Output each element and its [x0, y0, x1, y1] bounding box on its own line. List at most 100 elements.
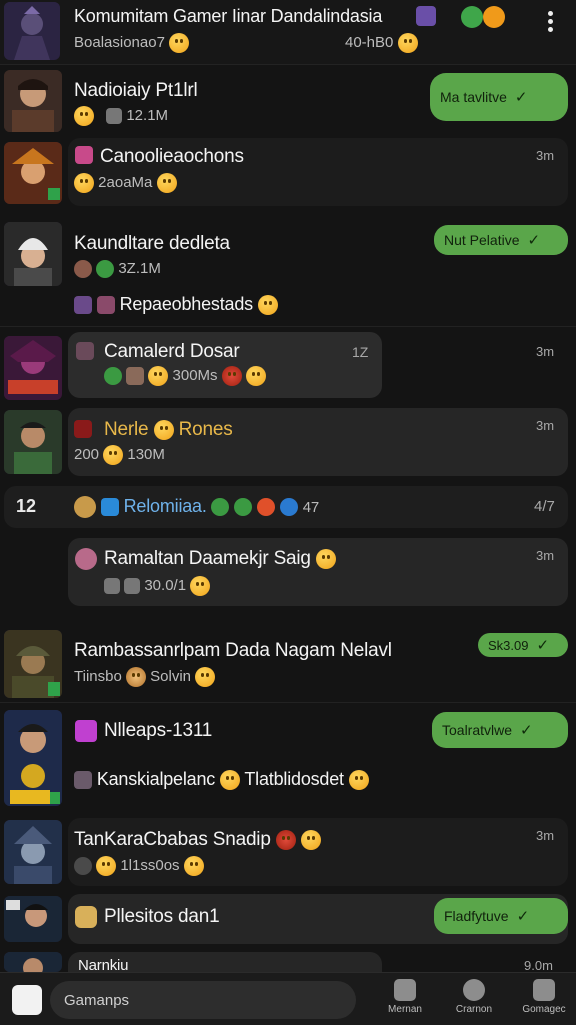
chat-title: Rambassanrlpam Dada Nagam Nelavl — [74, 640, 392, 661]
emoji-icon — [169, 33, 190, 53]
emoji-icon — [300, 829, 321, 850]
emoji-icon — [219, 770, 240, 791]
status-pill[interactable]: Ma tavlitve ✓ — [430, 73, 568, 121]
emoji-icon — [348, 770, 369, 791]
emoji-icon — [74, 173, 94, 193]
header-count: 40-hB0 — [345, 33, 418, 53]
pill-label: Sk3.09 — [488, 637, 529, 653]
game-icon — [74, 296, 92, 315]
chat-title: Nerle Rones — [74, 419, 233, 441]
chat-title: Canoolieaochons — [100, 146, 244, 167]
avatar-mini-icon — [74, 260, 92, 279]
check-icon: ✓ — [536, 637, 550, 654]
chat-avatar[interactable] — [4, 952, 62, 972]
chat-avatar[interactable] — [4, 410, 62, 474]
controller-icon — [96, 260, 115, 279]
chat-avatar[interactable] — [4, 222, 62, 286]
status-pill[interactable]: Nut Pelative ✓ — [434, 225, 568, 255]
controller-icon — [211, 498, 230, 517]
nav-games[interactable]: Gomagec — [514, 979, 574, 1015]
check-icon: ✓ — [516, 908, 530, 925]
emoji-icon — [315, 548, 336, 569]
emoji-icon — [190, 576, 211, 596]
check-icon: ✓ — [514, 89, 528, 106]
chat-time: 3m — [536, 148, 555, 163]
app-icon — [100, 498, 119, 517]
search-input[interactable]: Gamanps — [50, 981, 356, 1019]
nav-label: Mernan — [388, 1004, 422, 1015]
orange-status-icon[interactable] — [483, 6, 505, 28]
game-icon — [96, 296, 115, 315]
check-icon: ✓ — [520, 722, 533, 739]
divider — [0, 326, 576, 327]
pill-label: Ma tavlitve — [440, 89, 507, 105]
controller-icon — [234, 498, 253, 517]
emoji-icon — [245, 366, 266, 386]
chat-avatar[interactable] — [4, 820, 62, 884]
status-pill[interactable]: Fladfytuve ✓ — [434, 898, 568, 934]
nav-members[interactable]: Mernan — [375, 979, 435, 1015]
emoji-icon — [221, 366, 242, 386]
chat-avatar[interactable] — [4, 896, 62, 942]
unread-count: 12 — [16, 496, 37, 516]
people-icon — [124, 578, 141, 594]
nav-label: Gomagec — [522, 1004, 566, 1015]
chat-count: 4/7 — [534, 498, 555, 515]
emoji-icon — [125, 667, 146, 687]
chat-subtitle: Tiinsbo Solvin — [74, 667, 216, 687]
divider — [0, 702, 576, 703]
emoji-icon — [153, 419, 174, 440]
status-pill[interactable]: Sk3.09 ✓ — [478, 633, 568, 657]
pill-label: Nut Pelative — [444, 232, 520, 248]
chat-title: Pllesitos dan1 — [104, 906, 220, 927]
avatar-mini-icon — [76, 342, 94, 360]
chat-time: 3m — [536, 344, 555, 359]
chat-subtitle: 200 130M — [74, 445, 165, 465]
emoji-icon — [96, 856, 117, 876]
chat-avatar[interactable] — [4, 710, 62, 806]
group-avatar[interactable] — [4, 2, 60, 60]
nav-calls[interactable]: Crarnon — [444, 979, 504, 1015]
emoji-icon — [156, 173, 177, 193]
emoji-icon — [74, 106, 94, 126]
chat-count: 1Z — [352, 344, 369, 360]
chat-title: Nlleaps-1311 — [104, 720, 213, 741]
avatar-mini-icon — [74, 496, 96, 519]
check-icon: ✓ — [527, 232, 541, 249]
sword-icon — [74, 771, 92, 790]
app-icon — [75, 720, 97, 742]
emoji-icon — [257, 295, 278, 316]
chat-avatar[interactable] — [4, 70, 62, 132]
game-icon[interactable] — [416, 6, 436, 26]
status-pill[interactable]: Toalratvlwe ✓ — [432, 712, 568, 748]
avatar-mini-icon — [74, 857, 92, 875]
chat-title: Relomiiaa. 47 — [74, 496, 319, 519]
chat-subtitle: 2aoaMa — [74, 173, 177, 193]
emoji-icon — [183, 856, 204, 876]
header-title: Komumitam Gamer Iinar Dandalindasia — [74, 6, 383, 26]
chat-time: 3m — [536, 418, 555, 433]
chat-avatar[interactable] — [4, 142, 62, 204]
more-options-icon[interactable] — [548, 8, 554, 35]
emoji-icon — [103, 445, 124, 465]
compose-icon[interactable] — [12, 985, 42, 1015]
app-icon — [75, 906, 97, 928]
star-icon — [257, 498, 276, 517]
emoji-icon — [195, 667, 216, 687]
chat-avatar[interactable] — [4, 336, 62, 400]
emoji-icon — [397, 33, 418, 53]
controller-icon — [104, 367, 122, 385]
chat-title: Nadioiaiy Pt1lrl — [74, 80, 198, 101]
green-status-icon[interactable] — [461, 6, 483, 28]
pill-label: Toalratvlwe — [442, 722, 513, 738]
emoji-icon — [148, 366, 169, 386]
pill-label: Fladfytuve — [444, 908, 509, 924]
chat-subtitle: 12.1M — [74, 106, 168, 126]
chat-avatar[interactable] — [4, 630, 62, 698]
chat-time: 3m — [536, 548, 555, 563]
chat-subtitle: 3Z.1M — [74, 260, 161, 279]
chat-time: 9.0m — [524, 958, 553, 973]
nav-label: Crarnon — [455, 1004, 493, 1015]
avatar-mini-icon — [75, 548, 97, 570]
chat-subtitle: 1l1ss0os — [74, 856, 204, 876]
